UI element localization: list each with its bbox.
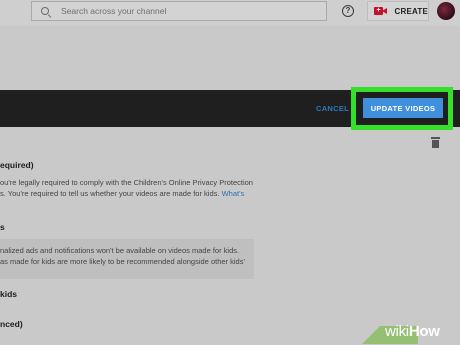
search-icon [41, 6, 52, 18]
audience-description-line1: ou're legally required to comply with th… [0, 178, 253, 187]
search-box[interactable] [31, 1, 327, 21]
option-made-for-kids[interactable]: kids [0, 289, 17, 299]
help-icon[interactable]: ? [342, 5, 354, 17]
info-note-line1: nalized ads and notifications won't be a… [0, 246, 240, 255]
whats-coppa-link[interactable]: What's [222, 189, 245, 198]
info-note-line2: as made for kids are more likely to be r… [0, 257, 245, 266]
watermark-how: How [408, 323, 440, 340]
audience-description-text: s. You're required to tell us whether yo… [0, 189, 220, 198]
trash-icon[interactable] [431, 137, 440, 148]
audience-description-line2: s. You're required to tell us whether yo… [0, 189, 244, 198]
cancel-button[interactable]: CANCEL [316, 104, 349, 113]
search-input[interactable] [61, 6, 281, 16]
create-label: CREATE [394, 6, 428, 16]
update-videos-button[interactable]: UPDATE VIDEOS [363, 98, 443, 118]
audience-section-title: equired) [0, 160, 34, 170]
watermark-wiki: wiki [385, 323, 409, 340]
video-camera-icon: + [374, 7, 387, 15]
create-button[interactable]: + CREATE [367, 1, 429, 21]
wikihow-watermark: wikiHow [385, 323, 440, 340]
section2-title: s [0, 222, 5, 232]
avatar[interactable] [437, 2, 455, 20]
option-advanced[interactable]: nced) [0, 319, 23, 329]
